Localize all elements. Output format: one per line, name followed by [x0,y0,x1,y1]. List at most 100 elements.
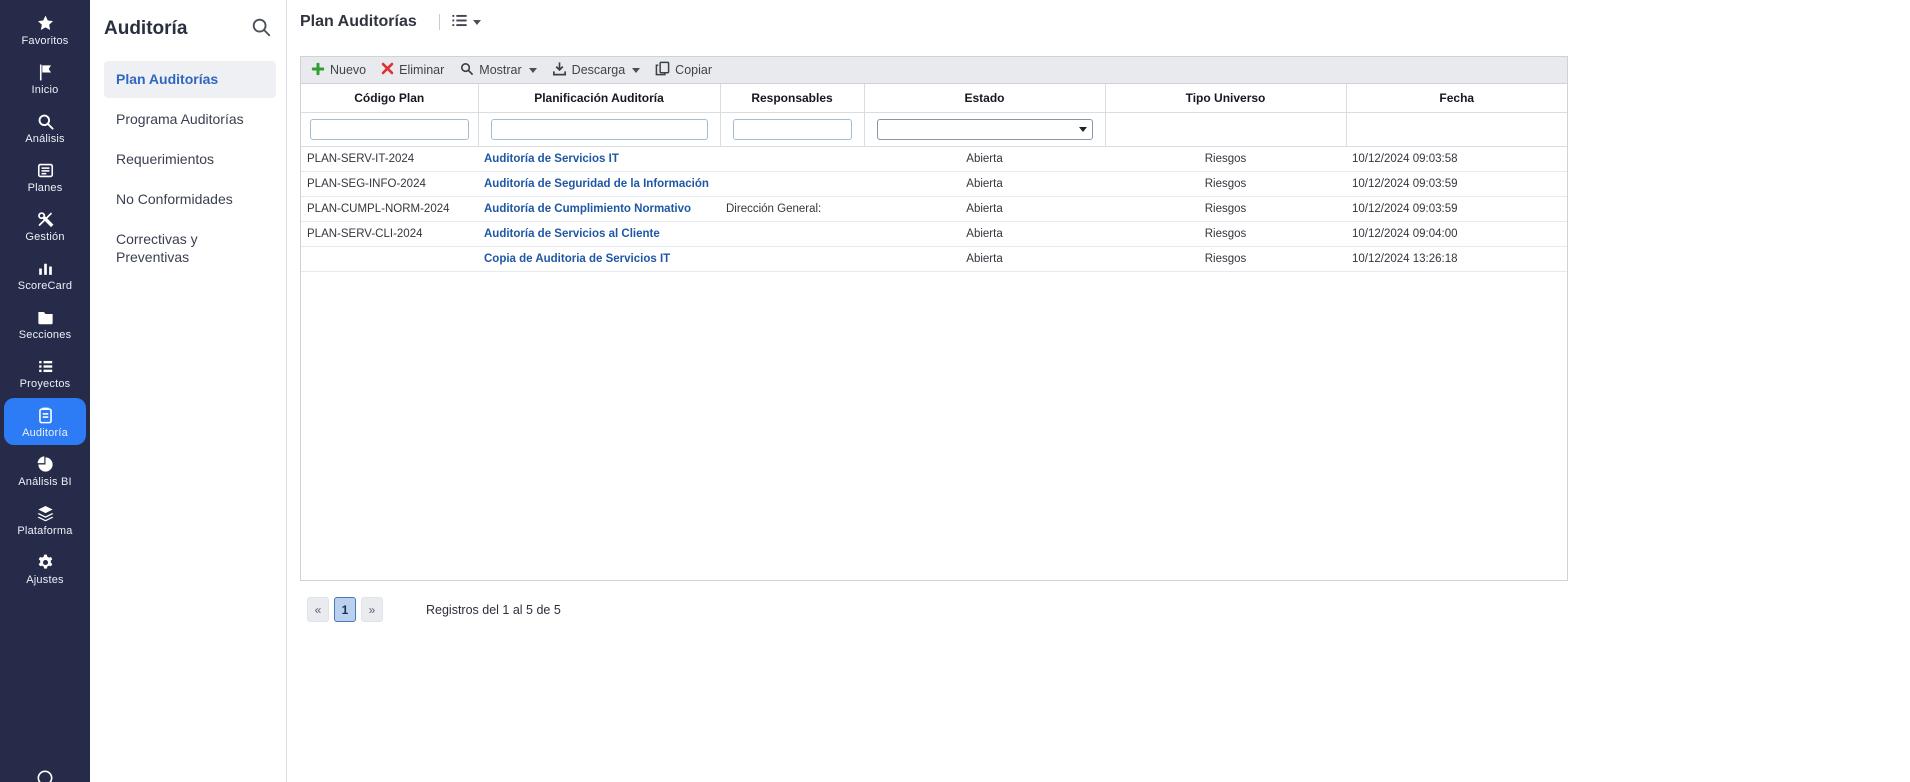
column-header-planificacion[interactable]: Planificación Auditoría [478,84,721,113]
view-selector-button[interactable] [450,11,481,33]
audit-plan-link[interactable]: Auditoría de Servicios IT [484,153,619,165]
pie-chart-icon [36,454,55,474]
gear-icon [36,552,55,572]
sidebar-item-label: Análisis BI [18,476,72,488]
list-view-icon [450,11,469,33]
list-icon [36,356,55,376]
sidebar-item-label: Análisis [25,133,65,145]
menu-item-programa-auditorias[interactable]: Programa Auditorías [104,101,276,138]
audit-plan-link[interactable]: Auditoría de Servicios al Cliente [484,228,660,240]
sidebar-item-inicio[interactable]: Inicio [4,55,86,102]
audit-plan-link[interactable]: Copia de Auditoria de Servicios IT [484,253,670,265]
column-header-estado[interactable]: Estado [864,84,1106,113]
table-row[interactable]: Copia de Auditoria de Servicios IT Abier… [301,246,1567,272]
audit-plan-link[interactable]: Auditoría de Seguridad de la Información [484,178,709,190]
cell-tipo-universo: Riesgos [1105,221,1346,247]
table-row[interactable]: PLAN-CUMPL-NORM-2024 Auditoría de Cumpli… [301,196,1567,222]
menu-item-correctivas-preventivas[interactable]: Correctivas y Preventivas [104,221,276,277]
delete-button[interactable]: Eliminar [381,62,444,78]
new-button[interactable]: Nuevo [311,62,366,79]
cell-fecha: 10/12/2024 09:03:59 [1346,196,1567,222]
filter-cell [1346,112,1567,147]
filter-cell [720,112,865,147]
sidebar-item-proyectos[interactable]: Proyectos [4,349,86,396]
cell-responsables [720,146,864,172]
sidebar-item-secciones[interactable]: Secciones [4,300,86,347]
sidebar-item-favoritos[interactable]: Favoritos [4,6,86,53]
estado-filter-select[interactable] [876,119,1093,140]
cell-codigo-plan: PLAN-SERV-IT-2024 [301,146,478,172]
cell-estado: Abierta [864,171,1105,197]
sidebar-item-ajustes[interactable]: Ajustes [4,545,86,592]
cell-codigo-plan: PLAN-CUMPL-NORM-2024 [301,196,478,222]
copy-icon [655,61,670,79]
new-button-label: Nuevo [330,63,367,77]
cell-fecha: 10/12/2024 09:04:00 [1346,221,1567,247]
search-icon [36,111,55,131]
sidebar-item-label: Ajustes [26,574,64,586]
pagination-next-button[interactable]: » [361,597,383,622]
sidebar-item-gestion[interactable]: Gestión [4,202,86,249]
cell-codigo-plan: PLAN-SEG-INFO-2024 [301,171,478,197]
star-icon [36,13,55,33]
menu-item-plan-auditorias[interactable]: Plan Auditorías [104,61,276,98]
filter-row [301,112,1567,147]
codigo-plan-filter-input[interactable] [310,119,469,140]
header-divider [438,14,440,30]
column-header-fecha[interactable]: Fecha [1346,84,1567,113]
cell-responsables [720,246,864,272]
tools-icon [36,209,55,229]
chevron-down-icon [632,67,641,73]
sidebar-item-label: Gestión [25,231,65,243]
app-root: Favoritos Inicio Análisis Planes Gestión [0,0,1910,782]
download-icon [552,61,567,79]
sidebar-item-scorecard[interactable]: ScoreCard [4,251,86,298]
pagination: « 1 » Registros del 1 al 5 de 5 [307,597,1568,622]
cell-estado: Abierta [864,196,1105,222]
menu-item-requerimientos[interactable]: Requerimientos [104,141,276,178]
estado-filter-wrap [876,119,1093,140]
sidebar-item-partial[interactable] [35,768,55,782]
download-button[interactable]: Descarga [552,61,641,79]
sidebar-item-analisis-bi[interactable]: Análisis BI [4,447,86,494]
icon-sidebar: Favoritos Inicio Análisis Planes Gestión [0,0,90,782]
cell-tipo-universo: Riesgos [1105,171,1346,197]
table-row[interactable]: PLAN-SERV-CLI-2024 Auditoría de Servicio… [301,221,1567,247]
cell-fecha: 10/12/2024 09:03:58 [1346,146,1567,172]
sidebar-item-label: Inicio [31,84,59,96]
filter-cell [478,112,721,147]
copy-button[interactable]: Copiar [655,61,712,79]
sidebar-item-label: Auditoría [22,427,68,439]
responsables-filter-input[interactable] [732,119,852,140]
menu-item-no-conformidades[interactable]: No Conformidades [104,181,276,218]
column-header-responsables[interactable]: Responsables [720,84,865,113]
page-title: Plan Auditorías [300,13,417,30]
bar-chart-icon [36,258,55,278]
table-row[interactable]: PLAN-SERV-IT-2024 Auditoría de Servicios… [301,146,1567,172]
news-icon [36,160,55,180]
audit-plan-grid: Código Plan Planificación Auditoría Resp… [300,84,1568,581]
records-summary: Registros del 1 al 5 de 5 [426,602,561,617]
sidebar-item-analisis[interactable]: Análisis [4,104,86,151]
pagination-prev-button[interactable]: « [307,597,329,622]
sidebar-item-label: Favoritos [21,35,69,47]
cell-tipo-universo: Riesgos [1105,246,1346,272]
audit-plan-link[interactable]: Auditoría de Cumplimiento Normativo [484,203,691,215]
sidebar-item-label: ScoreCard [17,280,73,292]
show-button-label: Mostrar [479,63,522,77]
module-header: Auditoría [104,14,276,43]
sidebar-item-plataforma[interactable]: Plataforma [4,496,86,543]
module-menu: Plan Auditorías Programa Auditorías Requ… [104,61,276,276]
show-button[interactable]: Mostrar [459,61,537,79]
module-search-button[interactable] [248,14,274,43]
sidebar-item-auditoria[interactable]: Auditoría [4,398,86,445]
filter-cell [301,112,479,147]
column-header-tipo-universo[interactable]: Tipo Universo [1105,84,1347,113]
filter-cell [864,112,1106,147]
planificacion-filter-input[interactable] [490,119,708,140]
column-header-codigo-plan[interactable]: Código Plan [301,84,479,113]
table-row[interactable]: PLAN-SEG-INFO-2024 Auditoría de Segurida… [301,171,1567,197]
sidebar-item-planes[interactable]: Planes [4,153,86,200]
pagination-page-1-button[interactable]: 1 [334,597,356,622]
content: Nuevo Eliminar Mostrar Descarga Copiar C… [300,56,1568,622]
